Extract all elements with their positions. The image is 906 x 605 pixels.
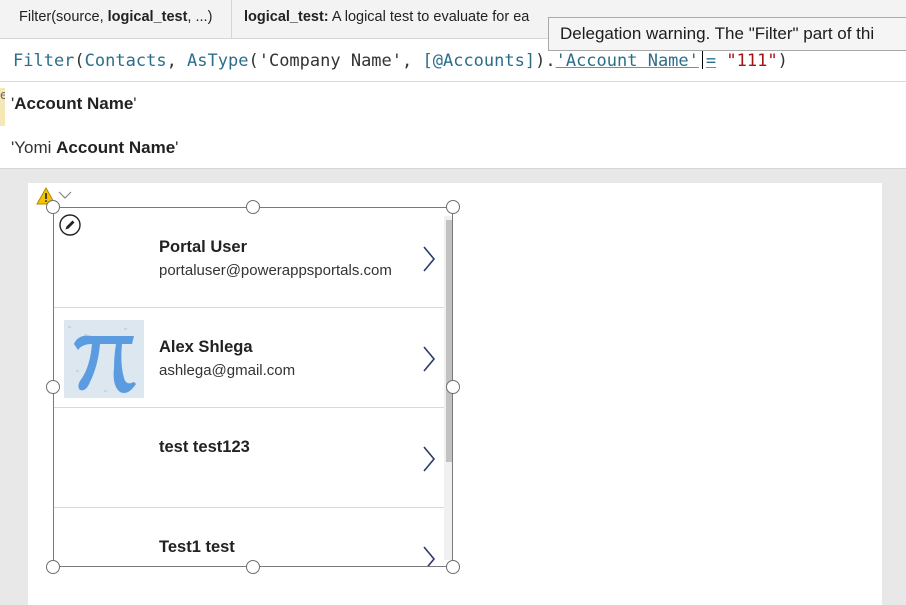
chevron-down-icon[interactable]	[58, 190, 72, 200]
formula-string: "111"	[726, 51, 778, 71]
row-subtitle: ashlega@gmail.com	[159, 362, 296, 379]
suggestion-match: Account Name	[56, 138, 176, 157]
suggestion-suffix: '	[133, 94, 137, 113]
signature-prefix: Filter(source,	[19, 9, 108, 25]
formula-sep: ,	[402, 51, 423, 71]
suggestion-match: Account Name	[14, 94, 134, 113]
pi-image	[64, 320, 144, 398]
left-edge-marker-text: e	[0, 88, 5, 102]
suggestion-item[interactable]: 'Account Name'	[11, 94, 137, 114]
row-title: Alex Shlega	[159, 338, 253, 356]
suggestion-suffix: '	[175, 138, 179, 157]
signature-tab[interactable]: Filter(source, logical_test, ...)	[0, 0, 232, 38]
resize-handle-right[interactable]	[446, 380, 460, 394]
text-caret	[701, 49, 703, 69]
resize-handle-bottom[interactable]	[246, 560, 260, 574]
formula-dot: .	[545, 51, 556, 71]
suggestion-item[interactable]: 'Yomi Account Name'	[11, 138, 178, 158]
suggestion-prefix: 'Yomi	[11, 138, 57, 157]
resize-handle-top-right[interactable]	[446, 200, 460, 214]
formula-table-ref: [@Accounts]	[422, 51, 536, 71]
row-title: Test1 test	[159, 538, 235, 556]
signature-suffix: , ...)	[187, 9, 213, 25]
param-desc: A logical test to evaluate for ea	[328, 9, 530, 25]
formula-operator: =	[705, 51, 717, 71]
resize-handle-bottom-right[interactable]	[446, 560, 460, 574]
chevron-right-icon[interactable]	[422, 546, 436, 567]
row-subtitle: portaluser@powerappsportals.com	[159, 262, 392, 279]
scrollbar-thumb[interactable]	[446, 220, 452, 462]
pencil-edit-icon[interactable]	[59, 214, 81, 236]
formula-paren: )	[777, 51, 788, 71]
gallery-row[interactable]: Portal User portaluser@powerappsportals.…	[54, 208, 444, 308]
gallery-row[interactable]: Test1 test	[54, 508, 444, 567]
intellisense-list: 'Account Name' 'Yomi Account Name'	[0, 82, 906, 169]
gallery-row[interactable]: Alex Shlega ashlega@gmail.com	[54, 308, 444, 408]
resize-handle-bottom-left[interactable]	[46, 560, 60, 574]
formula-paren: (	[248, 51, 259, 71]
formula-text[interactable]: Filter(Contacts, AsType('Company Name', …	[13, 49, 788, 71]
formula-field: 'Account Name'	[555, 51, 699, 71]
chevron-right-icon[interactable]	[422, 346, 436, 372]
resize-handle-top-left[interactable]	[46, 200, 60, 214]
formula-column-name: 'Company Name'	[258, 51, 403, 71]
param-name: logical_test:	[244, 9, 329, 25]
row-title: Portal User	[159, 238, 248, 256]
formula-function-astype: AsType	[187, 51, 249, 71]
parameter-description: logical_test: A logical test to evaluate…	[244, 9, 544, 25]
delegation-warning-tooltip: Delegation warning. The "Filter" part of…	[548, 17, 906, 51]
formula-function: Filter	[13, 51, 75, 71]
formula-paren: (	[74, 51, 85, 71]
signature-param: logical_test	[107, 9, 188, 25]
contacts-gallery[interactable]: Portal User portaluser@powerappsportals.…	[53, 207, 453, 567]
chevron-right-icon[interactable]	[422, 446, 436, 472]
left-edge-marker: e	[0, 88, 5, 126]
formula-paren: )	[535, 51, 546, 71]
gallery-row[interactable]: test test123	[54, 408, 444, 508]
tooltip-text: Delegation warning. The "Filter" part of…	[560, 24, 875, 43]
formula-source: Contacts	[84, 51, 167, 71]
resize-handle-left[interactable]	[46, 380, 60, 394]
chevron-right-icon[interactable]	[422, 246, 436, 272]
formula-sep: ,	[166, 51, 188, 71]
row-title: test test123	[159, 438, 250, 456]
resize-handle-top[interactable]	[246, 200, 260, 214]
